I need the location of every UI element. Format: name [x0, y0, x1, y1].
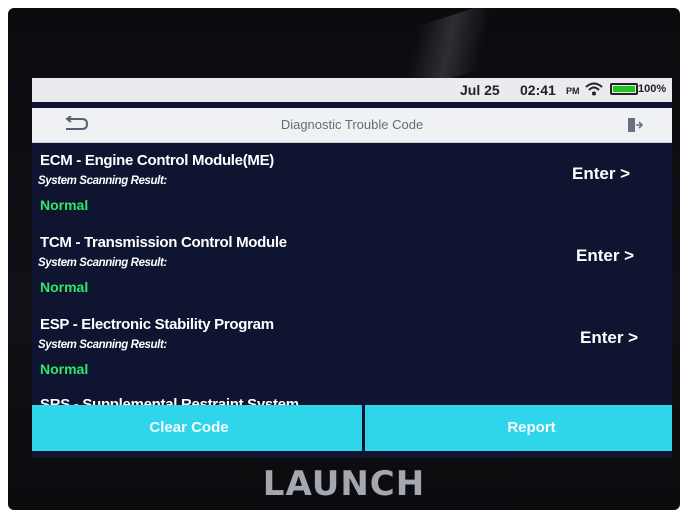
scan-result-label: System Scanning Result:	[38, 175, 167, 187]
action-bar: Clear Code Report	[32, 405, 672, 451]
module-name: TCM - Transmission Control Module	[40, 234, 287, 251]
module-list: ECM - Engine Control Module(ME) System S…	[32, 144, 672, 412]
device-frame: Jul 25 02:41 PM 100% Diagnostic Trouble …	[8, 8, 680, 510]
list-item: ECM - Engine Control Module(ME) System S…	[32, 144, 672, 226]
list-item: ESP - Electronic Stability Program Syste…	[32, 308, 672, 390]
page-title: Diagnostic Trouble Code	[280, 117, 424, 132]
battery-icon	[610, 83, 638, 95]
module-name: ESP - Electronic Stability Program	[40, 316, 274, 333]
scan-result-status: Normal	[40, 279, 89, 295]
scan-result-status: Normal	[40, 197, 89, 213]
list-item: TCM - Transmission Control Module System…	[32, 226, 672, 308]
wifi-icon	[585, 82, 603, 96]
status-ampm: PM	[566, 86, 580, 96]
screen: Jul 25 02:41 PM 100% Diagnostic Trouble …	[32, 78, 672, 458]
enter-button[interactable]: Enter >	[572, 164, 630, 184]
title-bar: Diagnostic Trouble Code	[32, 108, 672, 143]
enter-button[interactable]: Enter >	[580, 328, 638, 348]
module-name: ECM - Engine Control Module(ME)	[40, 152, 275, 169]
scan-result-status: Normal	[40, 361, 89, 377]
battery-percent: 100%	[638, 83, 667, 95]
brand-logo: LAUNCH	[262, 464, 426, 504]
report-button[interactable]: Report	[365, 405, 672, 451]
status-time: 02:41	[520, 82, 556, 98]
enter-button[interactable]: Enter >	[576, 246, 634, 266]
battery-fill	[613, 86, 635, 92]
clear-code-button[interactable]: Clear Code	[32, 405, 362, 451]
scan-result-label: System Scanning Result:	[38, 257, 167, 269]
scan-result-label: System Scanning Result:	[38, 339, 167, 351]
status-date: Jul 25	[460, 82, 500, 98]
exit-icon[interactable]	[626, 116, 644, 134]
status-bar: Jul 25 02:41 PM 100%	[32, 78, 672, 102]
